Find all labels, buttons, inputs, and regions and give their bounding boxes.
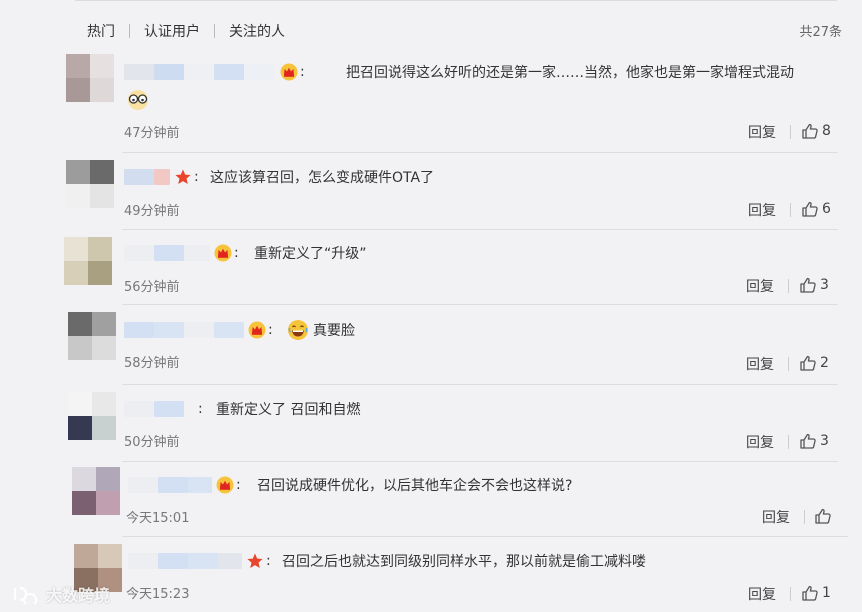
crown-badge-icon — [280, 63, 298, 81]
like-button[interactable]: 6 — [801, 200, 831, 218]
comment-time: 49分钟前 — [124, 204, 180, 219]
glasses-emoji-icon — [128, 90, 148, 110]
crown-badge-icon — [248, 321, 266, 339]
comment-text: 真要脸 — [313, 323, 355, 339]
reply-button[interactable]: 回复 — [746, 276, 774, 296]
thumbs-up-icon — [801, 200, 819, 218]
avatar[interactable] — [66, 54, 114, 102]
like-count: 6 — [822, 201, 831, 217]
like-count: 3 — [820, 433, 829, 449]
comment-time: 今天15:01 — [126, 511, 190, 526]
tab-separator — [214, 24, 215, 38]
star-badge-icon — [246, 552, 264, 570]
comment-time: 今天15:23 — [126, 587, 190, 602]
comment-text: 召回之后也就达到同级别同样水平，那以前就是偷工减料喽 — [282, 554, 646, 570]
reply-button[interactable]: 回复 — [746, 432, 774, 452]
tab-separator — [129, 24, 130, 38]
thumbs-up-icon — [799, 354, 817, 372]
comment-text: 召回说成硬件优化，以后其他车企会不会也这样说? — [257, 478, 573, 494]
crown-badge-icon — [214, 244, 232, 262]
laughing-emoji-icon — [288, 320, 308, 340]
tab-verified-users[interactable]: 认证用户 — [144, 21, 200, 41]
username[interactable]: : — [124, 400, 203, 418]
thumbs-up-icon — [799, 276, 817, 294]
comment-divider — [122, 304, 838, 305]
tab-following[interactable]: 关注的人 — [229, 21, 285, 41]
comment-divider — [122, 229, 838, 230]
like-button[interactable]: 3 — [799, 276, 829, 294]
watermark: 大数跨境 — [12, 582, 110, 606]
top-divider — [75, 0, 837, 1]
comment-divider — [122, 461, 838, 462]
total-count: 共27条 — [799, 25, 842, 40]
avatar[interactable] — [66, 160, 114, 208]
thumbs-up-icon — [801, 122, 819, 140]
comment-text: 这应该算召回，怎么变成硬件OTA了 — [210, 170, 435, 186]
username[interactable]: : — [128, 476, 241, 494]
reply-button[interactable]: 回复 — [748, 200, 776, 220]
reply-button[interactable]: 回复 — [748, 584, 776, 604]
comment-time: 58分钟前 — [124, 356, 180, 371]
username[interactable]: : — [124, 63, 305, 81]
reply-button[interactable]: 回复 — [748, 122, 776, 142]
reply-button[interactable]: 回复 — [746, 354, 774, 374]
comment-divider — [122, 384, 838, 385]
like-button[interactable]: 3 — [799, 432, 829, 450]
avatar[interactable] — [68, 312, 116, 360]
star-badge-icon — [174, 168, 192, 186]
tab-hot[interactable]: 热门 — [87, 21, 115, 41]
comment-time: 50分钟前 — [124, 435, 180, 450]
like-button[interactable]: 8 — [801, 122, 831, 140]
thumbs-up-icon — [799, 432, 817, 450]
comment-text: 重新定义了“升级” — [254, 246, 367, 262]
comment-divider — [122, 536, 848, 537]
like-button[interactable] — [814, 507, 835, 525]
like-count: 2 — [820, 355, 829, 371]
username[interactable]: : — [124, 244, 239, 262]
comment-text: 把召回说得这么好听的还是第一家……当然，他家也是第一家增程式混动 — [346, 65, 794, 81]
crown-badge-icon — [216, 476, 234, 494]
thumbs-up-icon — [801, 584, 819, 602]
like-button[interactable]: 1 — [801, 584, 831, 602]
like-count: 8 — [822, 123, 831, 139]
like-count: 3 — [820, 277, 829, 293]
comment-text: 重新定义了 召回和自燃 — [216, 402, 361, 418]
watermark-logo-icon — [13, 586, 38, 604]
avatar[interactable] — [72, 467, 120, 515]
comment-time: 56分钟前 — [124, 280, 180, 295]
username[interactable]: : — [128, 552, 271, 570]
reply-button[interactable]: 回复 — [762, 507, 790, 527]
comment-divider — [122, 152, 838, 153]
thumbs-up-icon — [814, 507, 832, 525]
avatar[interactable] — [68, 392, 116, 440]
like-count: 1 — [822, 585, 831, 601]
like-button[interactable]: 2 — [799, 354, 829, 372]
username[interactable]: : — [124, 321, 273, 339]
avatar[interactable] — [64, 237, 112, 285]
watermark-text: 大数跨境 — [46, 586, 111, 605]
comment-time: 47分钟前 — [124, 126, 180, 141]
username[interactable]: : — [124, 168, 199, 186]
filter-tabs: 热门 认证用户 关注的人 — [87, 19, 285, 43]
